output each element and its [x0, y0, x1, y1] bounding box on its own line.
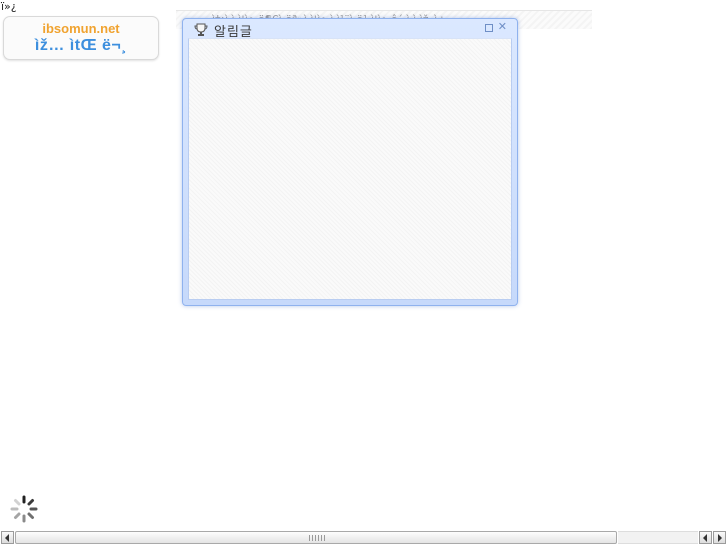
arrow-left-icon — [5, 534, 9, 542]
dialog-content-area — [188, 38, 512, 300]
close-icon[interactable]: ✕ — [498, 21, 507, 33]
logo-subtitle: ìž… ìtŒ ë¬¸ — [34, 37, 128, 54]
scroll-right-button[interactable] — [713, 531, 726, 544]
grip-icon — [309, 535, 325, 541]
logo-site-name: ibsomun.net — [42, 21, 120, 36]
scrollbar-thumb[interactable] — [15, 531, 617, 544]
scrollbar-track[interactable] — [618, 531, 698, 544]
trophy-icon — [194, 22, 208, 36]
arrow-left-icon — [703, 534, 707, 542]
scroll-left-button[interactable] — [1, 531, 14, 544]
restore-icon[interactable] — [485, 24, 493, 32]
encoding-artifact-text: ï»¿ — [1, 0, 17, 13]
site-logo-link[interactable]: ibsomun.net ìž… ìtŒ ë¬¸ — [3, 16, 159, 60]
horizontal-scrollbar[interactable] — [0, 530, 727, 545]
loading-spinner-icon — [9, 494, 39, 524]
dialog-titlebar[interactable]: 알림글 ✕ — [183, 19, 517, 40]
arrow-right-icon — [718, 534, 722, 542]
notice-dialog: 알림글 ✕ — [182, 18, 518, 306]
scroll-left-button-secondary[interactable] — [699, 531, 712, 544]
